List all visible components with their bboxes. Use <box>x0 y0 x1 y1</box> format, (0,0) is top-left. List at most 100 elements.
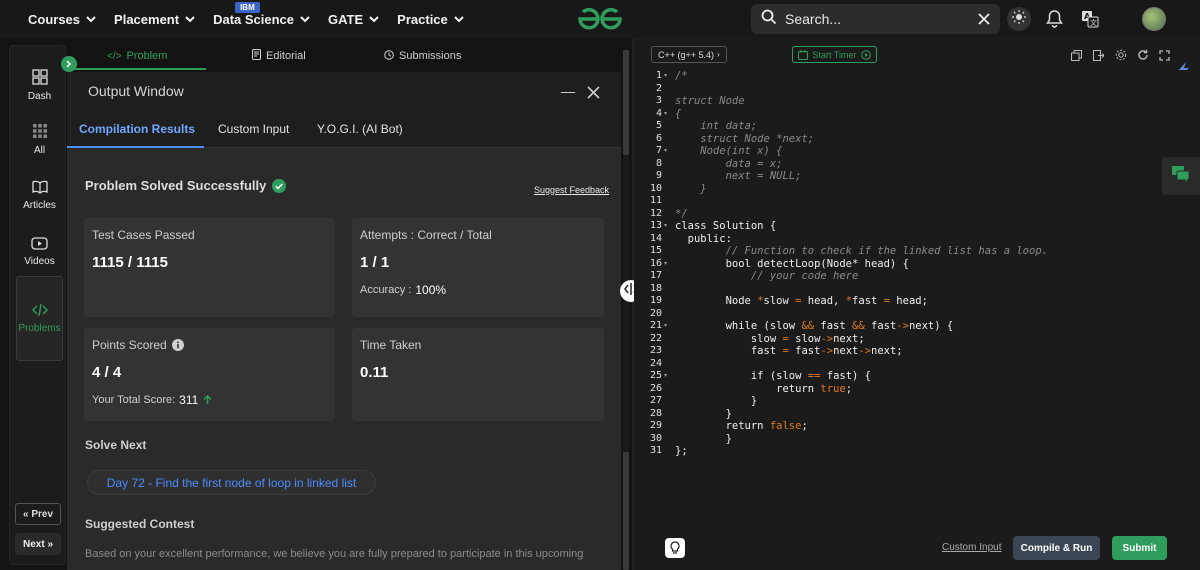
fold-toggle-icon[interactable]: ▾ <box>664 372 667 379</box>
code-line: data = x; <box>675 157 783 170</box>
nav-practice-label: Practice <box>397 11 448 27</box>
scrollbar-thumb[interactable] <box>623 50 629 155</box>
compile-run-button[interactable]: Compile & Run <box>1013 536 1100 560</box>
theme-toggle[interactable] <box>1007 7 1031 31</box>
editor-footer: Custom Input Compile & Run Submit <box>634 534 1200 570</box>
fold-toggle-icon[interactable]: ▾ <box>664 110 667 117</box>
line-number: 23 <box>649 345 662 356</box>
fold-toggle-icon[interactable]: ▾ <box>664 260 667 267</box>
nav-data-science[interactable]: IBM Data Science <box>213 1 310 27</box>
nav-gate[interactable]: GATE <box>328 12 379 27</box>
code-line: slow = slow->next; <box>675 332 865 345</box>
sidebar-item-dash[interactable]: Dash <box>16 60 63 110</box>
fold-toggle-icon[interactable]: ▾ <box>664 222 667 229</box>
line-number: 30 <box>649 432 662 444</box>
accuracy-row: Accuracy :100% <box>360 283 446 297</box>
submit-button[interactable]: Submit <box>1112 536 1167 560</box>
fold-toggle-icon[interactable]: ▾ <box>664 147 667 154</box>
code-editor-panel: C++ (g++ 5.4) › Start Timer 1 ▾ 2 3 4 ▾ 5 6 7 ▾ 8 9 1… <box>634 38 1200 570</box>
chevron-down-icon <box>185 15 195 23</box>
tab-submissions[interactable]: Submissions <box>384 43 461 69</box>
line-number: 4 <box>655 107 662 119</box>
arrow-up-icon <box>203 395 212 405</box>
solved-status-text: Problem Solved Successfully <box>85 178 267 193</box>
bell-icon[interactable] <box>1046 9 1063 33</box>
timer-icon <box>798 49 809 60</box>
chevron-down-icon <box>300 15 310 23</box>
sidebar-item-videos[interactable]: Videos <box>16 227 63 277</box>
sidebar-item-all[interactable]: All <box>16 114 63 164</box>
svg-text:文: 文 <box>1090 18 1097 27</box>
tab-compilation-results[interactable]: Compilation Results <box>79 110 195 148</box>
scrollbar-thumb-lower[interactable] <box>623 452 629 570</box>
test-cases-title: Test Cases Passed <box>92 228 195 242</box>
code-line: public: <box>675 232 732 245</box>
suggest-feedback-link[interactable]: Suggest Feedback <box>534 185 609 195</box>
chevron-down-icon <box>369 15 379 23</box>
start-timer-button[interactable]: Start Timer <box>792 46 877 63</box>
top-navigation: Courses Placement IBM Data Science GATE P… <box>0 0 1200 38</box>
custom-input-link[interactable]: Custom Input <box>942 542 1001 553</box>
lightbulb-icon[interactable] <box>665 538 685 558</box>
gfg-logo[interactable] <box>576 6 624 32</box>
output-window-title: Output Window <box>88 83 184 99</box>
prev-button[interactable]: « Prev <box>15 503 61 525</box>
nav-data-science-label: Data Science <box>213 11 295 27</box>
clear-search-icon[interactable] <box>978 13 990 25</box>
sidebar-item-problems[interactable]: Problems <box>16 276 63 361</box>
info-icon[interactable] <box>171 339 184 351</box>
solve-next-link[interactable]: Day 72 - Find the first node of loop in … <box>87 470 376 495</box>
tab-problem[interactable]: </> Problem <box>107 43 167 69</box>
chevron-right-icon: › <box>717 50 720 59</box>
next-button[interactable]: Next » <box>15 533 61 555</box>
tab-editorial-label: Editorial <box>266 50 306 62</box>
prev-label: Prev <box>31 508 54 520</box>
code-area[interactable]: /* struct Node { int data; struct Node *… <box>672 70 1200 510</box>
points-value: 4 / 4 <box>92 364 122 381</box>
nav-courses-label: Courses <box>28 11 81 27</box>
line-number: 16 <box>649 257 662 269</box>
reset-icon[interactable] <box>1137 48 1149 66</box>
chat-button[interactable] <box>1162 157 1200 195</box>
minimize-icon[interactable] <box>561 92 575 93</box>
start-timer-label: Start Timer <box>812 49 857 60</box>
sidebar-item-label: Articles <box>23 199 56 211</box>
line-number: 12 <box>649 207 662 219</box>
upload-icon[interactable] <box>1093 48 1105 66</box>
line-number: 24 <box>649 357 662 369</box>
code-line: class Solution { <box>675 220 777 232</box>
line-number: 27 <box>649 395 662 406</box>
nav-practice[interactable]: Practice <box>397 12 464 27</box>
code-line: bool detectLoop(Node* head) { <box>675 257 909 270</box>
app-root: Courses Placement IBM Data Science GATE P… <box>0 0 1200 570</box>
fold-toggle-icon[interactable]: ▾ <box>664 322 667 329</box>
translate-icon[interactable]: A文 <box>1081 10 1099 33</box>
time-title: Time Taken <box>360 338 422 352</box>
tab-custom-input[interactable]: Custom Input <box>218 110 289 148</box>
line-number: 7 <box>655 145 662 156</box>
sidebar-item-articles[interactable]: Articles <box>16 170 63 220</box>
code-line: fast = fast->next->next; <box>675 345 903 357</box>
fold-toggle-icon[interactable]: ▾ <box>664 72 667 79</box>
nav-courses[interactable]: Courses <box>28 12 96 27</box>
sidebar-item-label: All <box>33 144 46 156</box>
sidebar-item-label: Problems <box>18 323 61 334</box>
copy-icon[interactable] <box>1071 48 1082 66</box>
close-icon[interactable] <box>587 86 600 104</box>
test-cases-value: 1115 / 1115 <box>92 254 168 271</box>
nav-placement[interactable]: Placement <box>114 12 195 27</box>
code-line: */ <box>675 207 688 220</box>
code-line: return true; <box>675 382 853 395</box>
code-line: } <box>675 407 732 420</box>
problem-tabs: </> Problem Editorial Submissions <box>66 43 621 70</box>
settings-icon[interactable] <box>1115 48 1127 66</box>
panel-scrollbar[interactable] <box>623 50 629 570</box>
search-input[interactable] <box>785 11 965 27</box>
line-number: 31 <box>649 445 662 456</box>
avatar[interactable] <box>1142 7 1166 31</box>
language-select[interactable]: C++ (g++ 5.4) › <box>651 46 727 63</box>
tab-editorial[interactable]: Editorial <box>252 43 306 69</box>
tab-yogi-label: Y.O.G.I. (AI Bot) <box>317 122 403 136</box>
line-number: 1 <box>655 70 662 81</box>
tab-yogi-ai-bot[interactable]: Y.O.G.I. (AI Bot) <box>317 110 403 148</box>
